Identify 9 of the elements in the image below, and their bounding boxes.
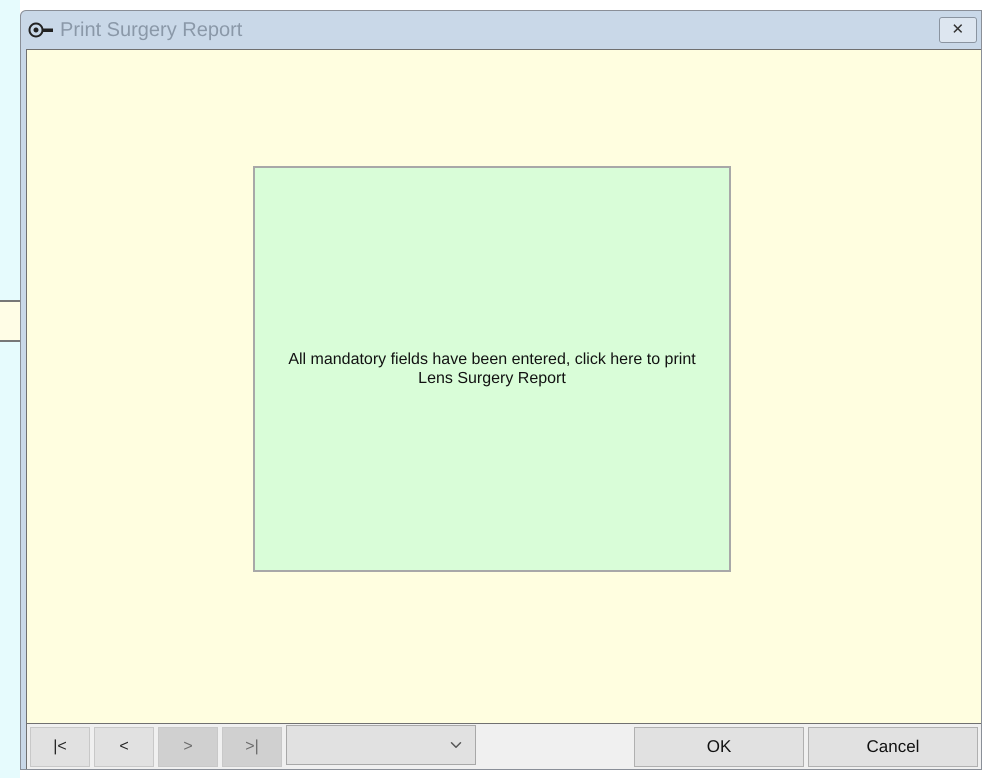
- print-report-button[interactable]: All mandatory fields have been entered, click here to print Lens Surgery Report: [253, 166, 731, 572]
- window-title: Print Surgery Report: [60, 18, 242, 43]
- key-icon: [28, 22, 54, 38]
- record-dropdown[interactable]: [286, 725, 476, 765]
- navigation-button[interactable]: <: [94, 726, 154, 766]
- navigation-button[interactable]: |<: [30, 726, 90, 766]
- dialog-button[interactable]: OK: [634, 726, 804, 766]
- dialog-button[interactable]: Cancel: [808, 726, 978, 766]
- close-button[interactable]: ✕: [939, 17, 977, 43]
